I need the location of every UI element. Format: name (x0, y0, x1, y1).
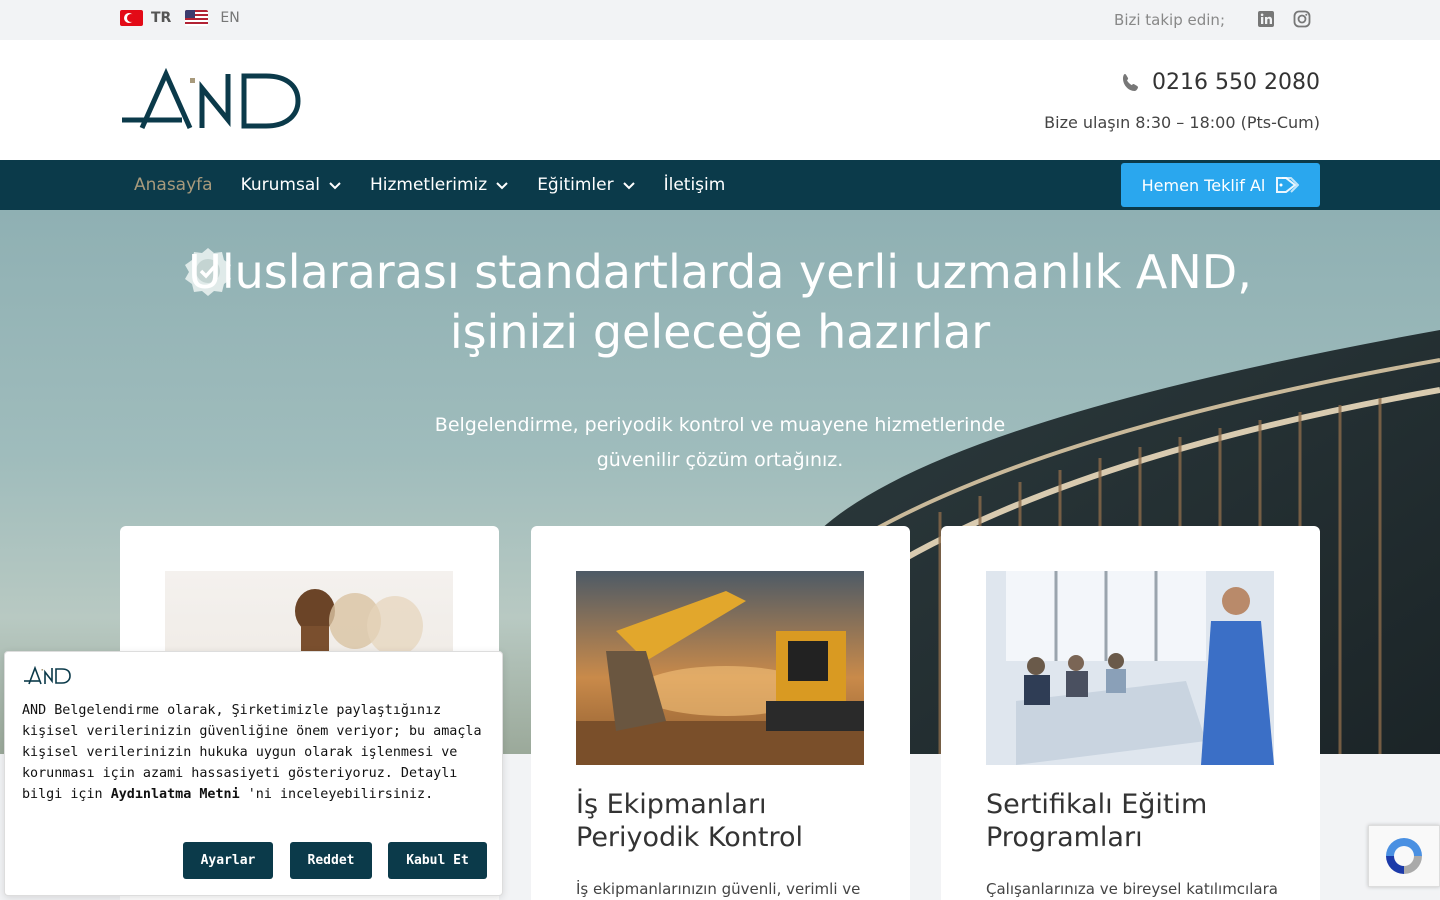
get-quote-button[interactable]: Hemen Teklif Al (1121, 163, 1320, 207)
language-tr[interactable]: TR (151, 10, 171, 26)
cookie-reject-button[interactable]: Reddet (290, 842, 372, 879)
service-card-equipment-inspection[interactable]: İş Ekipmanları Periyodik Kontrol İş ekip… (531, 526, 910, 900)
card-title-line1: Sertifikalı Eğitim (986, 789, 1208, 820)
card-title-line2: Periyodik Kontrol (576, 822, 803, 853)
card-title-line1: İş Ekipmanları (576, 789, 767, 820)
chevron-down-icon (622, 182, 635, 190)
linkedin-icon[interactable] (1257, 10, 1275, 28)
working-hours: Bize ulaşın 8:30 – 18:00 (Pts-Cum) (1044, 113, 1320, 132)
card-title: İş Ekipmanları Periyodik Kontrol (576, 788, 876, 854)
hero-subtitle-line1: Belgelendirme, periyodik kontrol ve muay… (434, 414, 1006, 436)
site-header: 0216 550 2080 Bize ulaşın 8:30 – 18:00 (… (0, 40, 1440, 160)
instagram-icon[interactable] (1293, 10, 1311, 28)
and-logo[interactable] (120, 68, 302, 132)
tag-icon (1276, 177, 1300, 193)
chevron-down-icon (329, 182, 341, 190)
hero-title-line2: işinizi geleceğe hazırlar (449, 305, 991, 359)
cookie-text-tail: 'ni inceleyebilirsiniz. (239, 787, 434, 802)
nav-item-label: Kurumsal (240, 175, 320, 195)
nav-item-iletisim[interactable]: İletişim (664, 175, 726, 195)
top-bar: TR EN Bizi takip edin; (0, 0, 1440, 40)
hero-title-line1: Uluslararası standartlarda yerli uzmanlı… (188, 245, 1252, 299)
language-en[interactable]: EN (220, 10, 239, 26)
cookie-text: AND Belgelendirme olarak, Şirketimizle p… (22, 700, 482, 805)
hero-title: Uluslararası standartlarda yerli uzmanlı… (0, 242, 1440, 362)
hero-subtitle: Belgelendirme, periyodik kontrol ve muay… (0, 408, 1440, 478)
privacy-notice-link[interactable]: Aydınlatma Metni (111, 787, 240, 802)
nav-item-anasayfa[interactable]: Anasayfa (134, 175, 213, 195)
hero-subtitle-line2: güvenilir çözüm ortağınız. (596, 449, 844, 471)
nav-item-egitimler[interactable]: Eğitimler (537, 175, 635, 195)
phone-icon (1123, 73, 1139, 91)
phone-number[interactable]: 0216 550 2080 (1120, 70, 1320, 95)
card-text: Çalışanlarınıza ve bireysel katılımcılar… (986, 880, 1278, 898)
nav-item-label: İletişim (663, 175, 726, 195)
phone-text: 0216 550 2080 (1152, 70, 1320, 95)
nav-item-label: Eğitimler (537, 175, 614, 195)
training-meeting-image (986, 571, 1274, 765)
and-logo-small (24, 666, 71, 685)
excavator-image (576, 571, 864, 765)
card-title-line2: Programları (986, 822, 1143, 853)
language-switcher: TR EN (120, 10, 240, 26)
service-card-training[interactable]: Sertifikalı Eğitim Programları Çalışanla… (941, 526, 1320, 900)
nav-item-label: Hizmetlerimiz (369, 175, 488, 195)
cookie-settings-button[interactable]: Ayarlar (183, 842, 273, 879)
recaptcha-icon (1386, 838, 1422, 874)
recaptcha-badge[interactable] (1368, 825, 1440, 887)
nav-item-hizmetlerimiz[interactable]: Hizmetlerimiz (370, 175, 509, 195)
turkey-flag-icon[interactable] (120, 10, 143, 26)
card-title: Sertifikalı Eğitim Programları (986, 788, 1286, 854)
nav-item-label: Anasayfa (134, 175, 213, 195)
follow-label: Bizi takip edin; (1114, 11, 1225, 29)
cookie-accept-button[interactable]: Kabul Et (388, 842, 487, 879)
us-flag-icon[interactable] (185, 10, 209, 26)
chevron-down-icon (496, 182, 508, 190)
main-navigation: Anasayfa Kurumsal Hizmetlerimiz Eğitimle… (0, 160, 1440, 210)
nav-item-kurumsal[interactable]: Kurumsal (241, 175, 342, 195)
cookie-consent-banner: AND Belgelendirme olarak, Şirketimizle p… (4, 651, 503, 896)
card-text: İş ekipmanlarınızın güvenli, verimli ve (576, 880, 861, 898)
cta-label: Hemen Teklif Al (1141, 175, 1266, 195)
